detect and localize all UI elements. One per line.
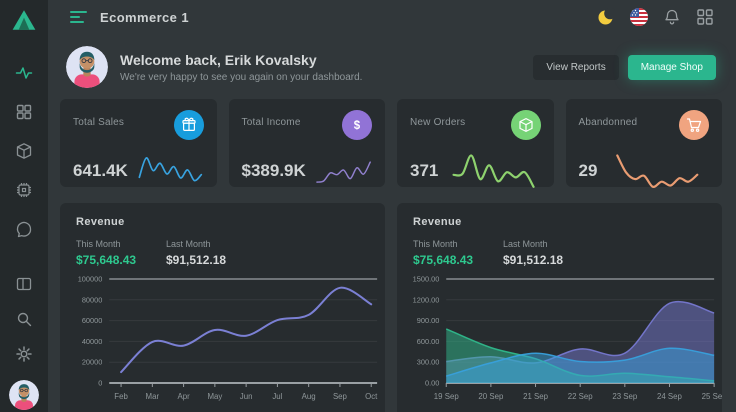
sparkline-total-sales — [137, 145, 204, 197]
apps-grid-icon[interactable] — [696, 8, 714, 26]
svg-text:900.00: 900.00 — [417, 316, 440, 325]
sidebar-bottom — [9, 275, 39, 412]
panel-title: Revenue — [397, 216, 722, 228]
gift-icon — [174, 110, 204, 140]
last-month-value: $91,512.18 — [166, 253, 256, 267]
last-month-label: Last Month — [166, 239, 256, 249]
topbar: Ecommerce 1 — [48, 0, 736, 34]
revenue-line-panel: Revenue This Month $75,648.43 Last Month… — [60, 203, 385, 412]
page-title: Ecommerce 1 — [100, 10, 189, 25]
sparkline-abandonned — [606, 145, 709, 197]
svg-text:80000: 80000 — [82, 295, 103, 304]
revenue-area-chart: 0.00 300.00 600.00 900.00 1200.00 1500.00 19 S… — [397, 271, 722, 412]
welcome-subheading: We're very happy to see you again on you… — [120, 72, 362, 83]
this-month-label: This Month — [76, 239, 166, 249]
svg-text:300.00: 300.00 — [417, 358, 440, 367]
svg-text:Apr: Apr — [177, 392, 190, 401]
main-area: Ecommerce 1 Welc — [48, 0, 736, 412]
svg-text:23 Sep: 23 Sep — [612, 392, 638, 401]
welcome-actions: View Reports Manage Shop — [533, 55, 716, 80]
revenue-line-chart: 0 20000 40000 60000 80000 100000 Feb Mar Apr May J… — [60, 271, 385, 412]
app-root: Ecommerce 1 Welc — [0, 0, 736, 412]
stat-label: Abandonned — [579, 117, 638, 128]
svg-text:100000: 100000 — [78, 274, 103, 283]
last-month-value: $91,512.18 — [503, 253, 593, 267]
svg-text:60000: 60000 — [82, 316, 103, 325]
stat-card-total-income: Total Income $ $389.9K — [229, 99, 386, 187]
moon-icon[interactable] — [597, 8, 615, 26]
topbar-icons — [597, 8, 714, 26]
package-icon — [511, 110, 541, 140]
svg-text:22 Sep: 22 Sep — [568, 392, 594, 401]
cart-icon — [679, 110, 709, 140]
stat-label: Total Sales — [73, 117, 124, 128]
svg-text:Jul: Jul — [272, 392, 282, 401]
app-logo-icon[interactable] — [11, 8, 37, 32]
stat-card-abandonned: Abandonned 29 — [566, 99, 723, 187]
stat-label: Total Income — [242, 117, 301, 128]
search-icon[interactable] — [15, 310, 33, 328]
svg-text:Feb: Feb — [114, 392, 128, 401]
cpu-icon[interactable] — [15, 181, 33, 199]
stat-card-total-sales: Total Sales 641.4K — [60, 99, 217, 187]
welcome-text: Welcome back, Erik Kovalsky We're very h… — [120, 52, 362, 83]
svg-text:21 Sep: 21 Sep — [523, 392, 549, 401]
welcome-heading: Welcome back, Erik Kovalsky — [120, 52, 362, 68]
dollar-icon: $ — [342, 110, 372, 140]
this-month-value: $75,648.43 — [76, 253, 166, 267]
svg-text:20 Sep: 20 Sep — [478, 392, 504, 401]
panel-title: Revenue — [60, 216, 385, 228]
sidebar — [0, 0, 48, 412]
layout-icon[interactable] — [15, 275, 33, 293]
svg-text:24 Sep: 24 Sep — [657, 392, 683, 401]
sidebar-user-avatar[interactable] — [9, 380, 39, 410]
this-month-label: This Month — [413, 239, 503, 249]
sparkline-new-orders — [447, 145, 540, 197]
stat-card-new-orders: New Orders 371 — [397, 99, 554, 187]
svg-text:May: May — [207, 392, 222, 401]
svg-text:600.00: 600.00 — [417, 337, 440, 346]
us-flag-icon[interactable] — [630, 8, 648, 26]
svg-text:1200.00: 1200.00 — [413, 295, 440, 304]
welcome-banner: Welcome back, Erik Kovalsky We're very h… — [48, 45, 736, 89]
view-reports-button[interactable]: View Reports — [533, 55, 618, 80]
last-month-label: Last Month — [503, 239, 593, 249]
sidebar-nav — [15, 64, 33, 238]
stat-label: New Orders — [410, 117, 465, 128]
sparkline-total-income — [315, 145, 372, 197]
menu-icon[interactable] — [70, 11, 87, 23]
svg-text:1500.00: 1500.00 — [413, 274, 440, 283]
svg-text:Jun: Jun — [240, 392, 253, 401]
svg-text:Sep: Sep — [333, 392, 348, 401]
svg-text:Mar: Mar — [146, 392, 160, 401]
cube-icon[interactable] — [15, 142, 33, 160]
svg-text:40000: 40000 — [82, 337, 103, 346]
stat-value: 29 — [579, 161, 598, 181]
stat-value: 371 — [410, 161, 438, 181]
charts-row: Revenue This Month $75,648.43 Last Month… — [48, 203, 736, 412]
svg-text:0: 0 — [98, 378, 102, 387]
bell-icon[interactable] — [663, 8, 681, 26]
dashboard-grid-icon[interactable] — [15, 103, 33, 121]
svg-text:Aug: Aug — [302, 392, 316, 401]
svg-text:19 Sep: 19 Sep — [434, 392, 460, 401]
this-month-value: $75,648.43 — [413, 253, 503, 267]
activity-icon[interactable] — [15, 64, 33, 82]
svg-text:$: $ — [354, 120, 361, 132]
svg-text:0.00: 0.00 — [425, 378, 439, 387]
stat-cards: Total Sales 641.4K Total Income $ — [48, 99, 736, 187]
svg-text:25 Sep: 25 Sep — [702, 392, 722, 401]
revenue-area-panel: Revenue This Month $75,648.43 Last Month… — [397, 203, 722, 412]
user-avatar — [66, 46, 108, 88]
svg-text:20000: 20000 — [82, 358, 103, 367]
manage-shop-button[interactable]: Manage Shop — [628, 55, 716, 80]
stat-value: $389.9K — [242, 161, 306, 181]
gear-icon[interactable] — [15, 345, 33, 363]
chat-icon[interactable] — [15, 220, 33, 238]
stat-value: 641.4K — [73, 161, 128, 181]
svg-text:Oct: Oct — [365, 392, 378, 401]
